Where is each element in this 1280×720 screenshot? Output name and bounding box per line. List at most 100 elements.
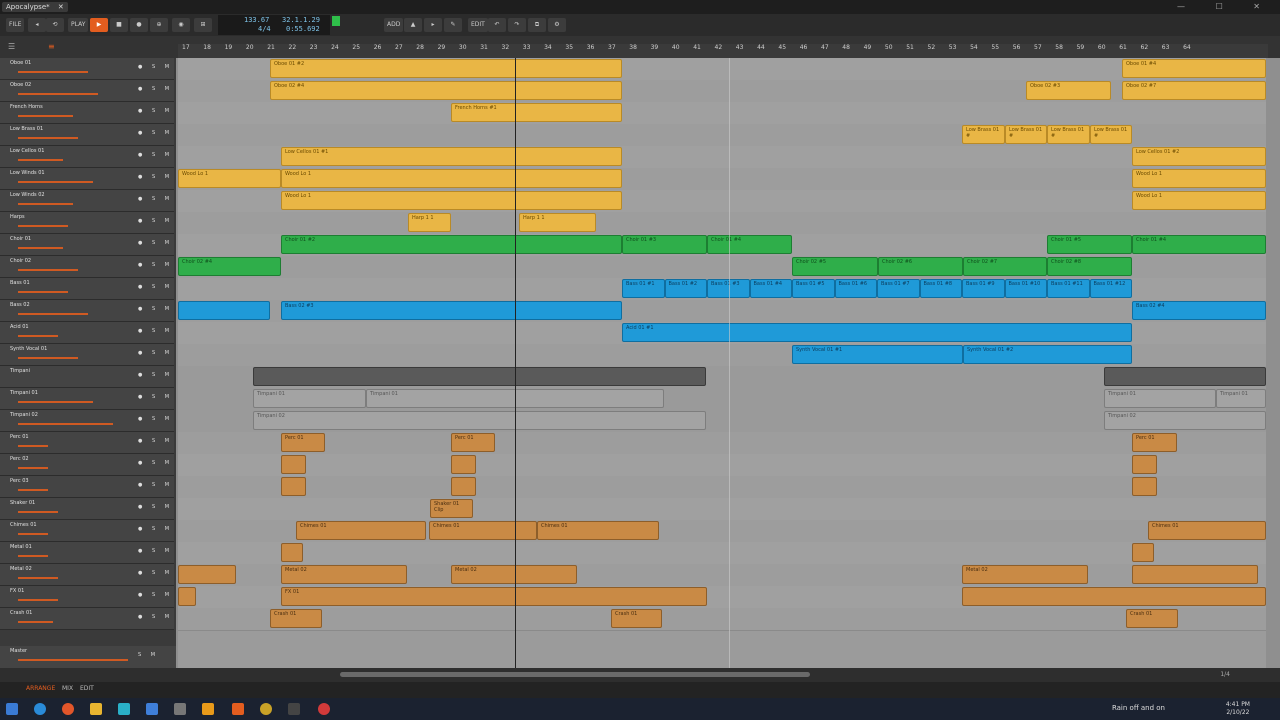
audio-clip[interactable]	[1104, 367, 1266, 386]
track-buttons[interactable]: ● S M	[138, 240, 173, 246]
track-buttons[interactable]: ● S M	[138, 64, 173, 70]
pencil-icon[interactable]: ✎	[444, 18, 462, 32]
track-volume-slider[interactable]	[18, 71, 88, 73]
master-track[interactable]: Master S M	[0, 646, 176, 668]
audio-clip[interactable]: Bass 01 #2	[664, 279, 707, 298]
track-volume-slider[interactable]	[18, 577, 58, 579]
audio-clip[interactable]: Synth Vocal 01 #2	[963, 345, 1132, 364]
audio-clip[interactable]: Oboe 01 #4	[1122, 59, 1266, 78]
audio-clip[interactable]: Bass 01 #1	[622, 279, 665, 298]
audio-clip[interactable]: Low Brass 01 #	[1090, 125, 1132, 144]
audio-clip[interactable]: Low Brass 01 #	[1005, 125, 1047, 144]
audio-clip[interactable]: Perc 01	[451, 433, 495, 452]
track-volume-slider[interactable]	[18, 511, 58, 513]
audio-clip[interactable]	[1132, 543, 1154, 562]
tab-arrange[interactable]: ARRANGE	[26, 685, 55, 692]
track-header[interactable]: FX 01 ● S M	[0, 586, 174, 608]
track-header[interactable]: Crash 01 ● S M	[0, 608, 174, 630]
audio-clip[interactable]	[281, 477, 306, 496]
track-header[interactable]: Low Brass 01 ● S M	[0, 124, 174, 146]
automation-icon[interactable]: ⊕	[150, 18, 168, 32]
back-icon[interactable]: ◂	[28, 18, 46, 32]
window-controls[interactable]: — ☐ ✕	[1177, 2, 1274, 11]
track-header[interactable]: Choir 02 ● S M	[0, 256, 174, 278]
track-volume-slider[interactable]	[18, 467, 48, 469]
check-app-icon[interactable]	[146, 703, 158, 715]
audio-clip[interactable]: Oboe 02 #4	[270, 81, 622, 100]
tempo-sync-icon[interactable]	[332, 16, 340, 26]
master-volume-slider[interactable]	[18, 659, 128, 661]
audio-clip[interactable]: Bass 01 #9	[962, 279, 1005, 298]
track-header[interactable]: Synth Vocal 01 ● S M	[0, 344, 174, 366]
track-volume-slider[interactable]	[18, 335, 58, 337]
master-buttons[interactable]: S M	[138, 652, 159, 658]
audio-clip[interactable]: Oboe 02 #3	[1026, 81, 1111, 100]
track-volume-slider[interactable]	[18, 357, 78, 359]
play-icon[interactable]: ▶	[90, 18, 108, 32]
audio-clip[interactable]	[178, 565, 236, 584]
track-header[interactable]: Timpani 01 ● S M	[0, 388, 174, 410]
audio-clip[interactable]: Bass 01 #10	[1004, 279, 1047, 298]
audio-clip[interactable]: Bass 01 #5	[792, 279, 835, 298]
live-icon[interactable]	[288, 703, 300, 715]
track-lane[interactable]	[178, 432, 1266, 455]
track-header[interactable]: Perc 03 ● S M	[0, 476, 174, 498]
track-header[interactable]: French Horns ● S M	[0, 102, 174, 124]
track-buttons[interactable]: ● S M	[138, 372, 173, 378]
audio-clip[interactable]	[962, 587, 1266, 606]
tempo-display[interactable]: 133.67	[244, 16, 269, 25]
audio-clip[interactable]: Choir 01 #4	[1132, 235, 1266, 254]
track-header[interactable]: Metal 02 ● S M	[0, 564, 174, 586]
overdub-icon[interactable]: ◉	[172, 18, 190, 32]
track-header[interactable]: Low Winds 02 ● S M	[0, 190, 174, 212]
timeline-ruler[interactable]: 17 18 19 20 21 22 23 24 25 26 27 28 29 30 31 32 33 34 35 36…	[178, 44, 1268, 58]
track-header[interactable]: Oboe 02 ● S M	[0, 80, 174, 102]
browser-icon[interactable]	[34, 703, 46, 715]
audio-clip[interactable]: Low Brass 01 #	[1047, 125, 1090, 144]
audio-clip[interactable]: Oboe 01 #2	[270, 59, 622, 78]
track-buttons[interactable]: ● S M	[138, 526, 173, 532]
track-header[interactable]: Harps ● S M	[0, 212, 174, 234]
audio-clip[interactable]: French Horns #1	[451, 103, 622, 122]
track-header[interactable]: Timpani ● S M	[0, 366, 174, 388]
track-buttons[interactable]: ● S M	[138, 262, 173, 268]
app-icon[interactable]	[118, 703, 130, 715]
audio-clip[interactable]: Crash 01	[611, 609, 662, 628]
audio-clip[interactable]: Bass 02 #3	[281, 301, 622, 320]
audio-clip[interactable]: Oboe 02 #7	[1122, 81, 1266, 100]
horizontal-scrollbar[interactable]	[340, 672, 810, 677]
track-volume-slider[interactable]	[18, 269, 78, 271]
track-header[interactable]: Bass 02 ● S M	[0, 300, 174, 322]
playhead[interactable]	[515, 58, 516, 668]
track-volume-slider[interactable]	[18, 225, 68, 227]
track-lane[interactable]	[178, 498, 1266, 521]
time-signature-display[interactable]: 4/4	[258, 25, 271, 34]
audio-clip[interactable]: Choir 02 #5	[792, 257, 878, 276]
audio-clip[interactable]	[178, 301, 270, 320]
audio-clip[interactable]: Choir 02 #8	[1047, 257, 1132, 276]
weather-widget[interactable]: Rain off and on	[1112, 704, 1165, 712]
track-volume-slider[interactable]	[18, 533, 48, 535]
track-volume-slider[interactable]	[18, 313, 88, 315]
audio-clip[interactable]: Timpani 01	[1104, 389, 1216, 408]
track-volume-slider[interactable]	[18, 621, 53, 623]
track-buttons[interactable]: ● S M	[138, 108, 173, 114]
record-icon[interactable]: ●	[130, 18, 148, 32]
audio-clip[interactable]: Chimes 01	[1148, 521, 1266, 540]
vlc-icon[interactable]	[202, 703, 214, 715]
audio-clip[interactable]: Choir 02 #7	[963, 257, 1047, 276]
audio-clip[interactable]	[281, 455, 306, 474]
audio-clip[interactable]	[1132, 455, 1157, 474]
audio-clip[interactable]: Bass 01 #7	[877, 279, 920, 298]
track-menu-icon[interactable]: ☰	[8, 42, 15, 51]
audio-clip[interactable]: Timpani 01	[253, 389, 366, 408]
audio-clip[interactable]: Metal 02	[962, 565, 1088, 584]
track-buttons[interactable]: ● S M	[138, 350, 173, 356]
audio-clip[interactable]: Chimes 01	[429, 521, 537, 540]
audio-clip[interactable]: Bass 02 #4	[1132, 301, 1266, 320]
track-header[interactable]: Metal 01 ● S M	[0, 542, 174, 564]
track-buttons[interactable]: ● S M	[138, 196, 173, 202]
audio-clip[interactable]	[451, 455, 476, 474]
metronome-icon[interactable]: ▲	[404, 18, 422, 32]
tool-icon[interactable]	[174, 703, 186, 715]
